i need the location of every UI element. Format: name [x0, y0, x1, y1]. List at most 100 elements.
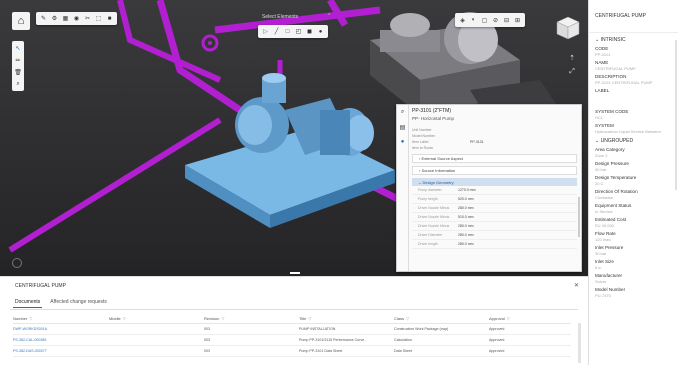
property-field: CODE PP-3101: [595, 46, 611, 57]
box-icon[interactable]: ▢: [479, 15, 490, 26]
3d-viewport[interactable]: ⌂ ✎ ⚙ ▦ ◉ ✂ ⬚ ■ Select Elements ⌃ ▷ ╱ □ …: [0, 0, 588, 276]
geometry-row: Driver length 280.0 mm: [412, 240, 577, 249]
group-intrinsic[interactable]: ⌄ INTRINSIC: [589, 37, 678, 43]
pencil-icon[interactable]: ✏: [13, 54, 24, 66]
monitor-icon[interactable]: ■: [104, 13, 115, 24]
table-row[interactable]: PS-382-CAL-000385 003 Pump PP-3101/3115 …: [13, 335, 571, 346]
pin-icon[interactable]: ⇡: [566, 54, 578, 68]
lasso-icon[interactable]: ◰: [293, 26, 304, 37]
grid-icon[interactable]: ▦: [60, 13, 71, 24]
main-toolbar: ✎ ⚙ ▦ ◉ ✂ ⬚ ■: [36, 12, 117, 25]
column-header[interactable]: Number ▽: [13, 316, 109, 321]
filter-icon: ▽: [308, 315, 312, 321]
eye-icon[interactable]: ◉: [71, 13, 82, 24]
view-cube-icon[interactable]: [556, 16, 580, 40]
document-link[interactable]: PS-382-DAS-000077: [13, 349, 109, 353]
section-external-source[interactable]: › External Source Aspect: [412, 154, 577, 163]
layers-icon[interactable]: ◈: [457, 15, 468, 26]
field-row: Item to Route: [412, 146, 434, 150]
line-icon[interactable]: ╱: [271, 26, 282, 37]
table-row[interactable]: PS-382-DAS-000077 003 Pump PP-3101 Data …: [13, 346, 571, 357]
property-field: Area Category Zone 2: [595, 147, 625, 158]
tab-divider: [10, 309, 578, 310]
table-scrollbar[interactable]: [578, 323, 581, 363]
rectangle-icon[interactable]: □: [282, 26, 293, 37]
tab-affected-change-requests[interactable]: Affected change requests: [48, 299, 109, 308]
column-header[interactable]: Revision ▽: [204, 316, 299, 321]
section-source-information[interactable]: › Source Information: [412, 166, 577, 175]
property-field: Model Number PU-7470: [595, 287, 626, 298]
column-header[interactable]: Middle ▽: [109, 316, 204, 321]
filter-icon: ▽: [221, 315, 225, 321]
settings-icon[interactable]: ⚙: [49, 13, 60, 24]
home-icon[interactable]: ⌂: [12, 12, 30, 30]
measure-icon[interactable]: ⊘: [490, 15, 501, 26]
compass-icon: [12, 258, 22, 268]
column-header[interactable]: Approval ▽: [489, 316, 571, 321]
filter-icon: ▽: [406, 315, 410, 321]
clip-icon[interactable]: ⊟: [501, 15, 512, 26]
documents-table: Number ▽ Middle ▽ Revision ▽ Title ▽ Class ▽ …: [13, 313, 571, 357]
table-header: Number ▽ Middle ▽ Revision ▽ Title ▽ Class ▽ …: [13, 313, 571, 324]
grid-view-icon[interactable]: ⊞: [512, 15, 523, 26]
document-link[interactable]: DWP-WORKDS001A: [13, 327, 109, 331]
group-ungrouped[interactable]: ⌄ UNGROUPED: [589, 138, 678, 144]
circle-select-icon[interactable]: ●: [315, 26, 326, 37]
rect-select-icon[interactable]: ◼: [304, 26, 315, 37]
geometry-row: Driver Nozzle Minus 510.0 mm: [412, 213, 577, 222]
property-field: DESCRIPTION PP-3101 CENTRIFUGAL PUMP: [595, 74, 653, 85]
property-field: SYSTEM CODE HCL: [595, 109, 629, 120]
select-toolbar: ▷ ╱ □ ◰ ◼ ●: [258, 25, 328, 38]
properties-title: CENTRIFUGAL PUMP: [589, 0, 678, 33]
tab-documents[interactable]: Documents: [13, 299, 43, 308]
geometry-row: Driver Diameter 280.0 mm: [412, 231, 577, 240]
filter-icon: ▽: [506, 315, 510, 321]
panel-title: CENTRIFUGAL PUMP: [15, 283, 66, 289]
filter-icon: ▽: [122, 315, 126, 321]
column-header[interactable]: Title ▽: [299, 316, 394, 321]
property-field: Equipment Status In Service: [595, 203, 632, 214]
property-field: Manufacturer Sulzer: [595, 273, 623, 284]
view-toolbar: ◈ ◐ ▢ ⊘ ⊟ ⊞: [455, 13, 525, 27]
property-field: Estimated Cost EU 40,000: [595, 217, 627, 228]
properties-panel: CENTRIFUGAL PUMP ⌄ INTRINSIC CODE PP-3101…: [588, 0, 678, 365]
property-field: Design Pressure 30 bar: [595, 161, 629, 172]
hide-icon[interactable]: ◐: [468, 15, 479, 26]
property-field: Inlet Pressure 30 bar: [595, 245, 624, 256]
document-icon[interactable]: ▤: [400, 124, 406, 131]
properties-scrollbar[interactable]: [675, 40, 677, 190]
element-info-popup: ⌕ ▤ ● PP-3101 (2"FTM) PP- Horizontal Pum…: [396, 104, 582, 272]
chevron-up-icon[interactable]: ⌃: [327, 13, 331, 19]
search-icon[interactable]: ⌕: [401, 109, 404, 116]
property-field: Flow Rate 120 l/sec: [595, 231, 616, 242]
section-design-geometry[interactable]: ⌄ Design Geometry: [412, 178, 577, 186]
select-arrow-icon[interactable]: ▷: [260, 26, 271, 37]
popup-subtitle: PP- Horizontal Pump: [412, 116, 455, 121]
property-field: SYSTEM Hydrocarbon Liquid Service Between: [595, 123, 661, 134]
property-field: NAME CENTRIFUGAL PUMP: [595, 60, 636, 71]
info-icon[interactable]: ●: [401, 139, 405, 145]
popup-title: PP-3101 (2"FTM): [412, 108, 452, 114]
geometry-row: Driver Nozzle Minus 280.0 mm: [412, 204, 577, 213]
geometry-row: Pump height 520.0 mm: [412, 195, 577, 204]
table-row[interactable]: DWP-WORKDS001A 003 PUMP INSTALLATION Con…: [13, 324, 571, 335]
capture-icon[interactable]: ⬚: [93, 13, 104, 24]
zoom-icon[interactable]: ⌕: [13, 78, 24, 90]
documents-panel: CENTRIFUGAL PUMP ✕ Documents Affected ch…: [0, 276, 588, 365]
edit-icon[interactable]: ✎: [38, 13, 49, 24]
trash-icon[interactable]: 🗑: [13, 66, 24, 78]
geometry-row: Driver Nozzle Minus 280.0 mm: [412, 222, 577, 231]
popup-scrollbar[interactable]: [578, 197, 580, 237]
document-link[interactable]: PS-382-CAL-000385: [13, 338, 109, 342]
property-field: Direction Of Rotation Clockwise: [595, 189, 638, 200]
left-toolbar: ↖ ✏ 🗑 ⌕: [12, 41, 24, 91]
close-icon[interactable]: ✕: [574, 282, 579, 289]
filter-icon: ▽: [29, 315, 33, 321]
cursor-icon[interactable]: ↖: [13, 42, 24, 54]
geometry-row: Pump diameter 1270.0 mm: [412, 186, 577, 195]
scissors-icon[interactable]: ✂: [82, 13, 93, 24]
column-header[interactable]: Class ▽: [394, 316, 489, 321]
property-field: LABEL: [595, 88, 610, 93]
property-field: Inlet Size 6 in: [595, 259, 614, 270]
fit-view-icon[interactable]: ⤢: [566, 68, 578, 80]
